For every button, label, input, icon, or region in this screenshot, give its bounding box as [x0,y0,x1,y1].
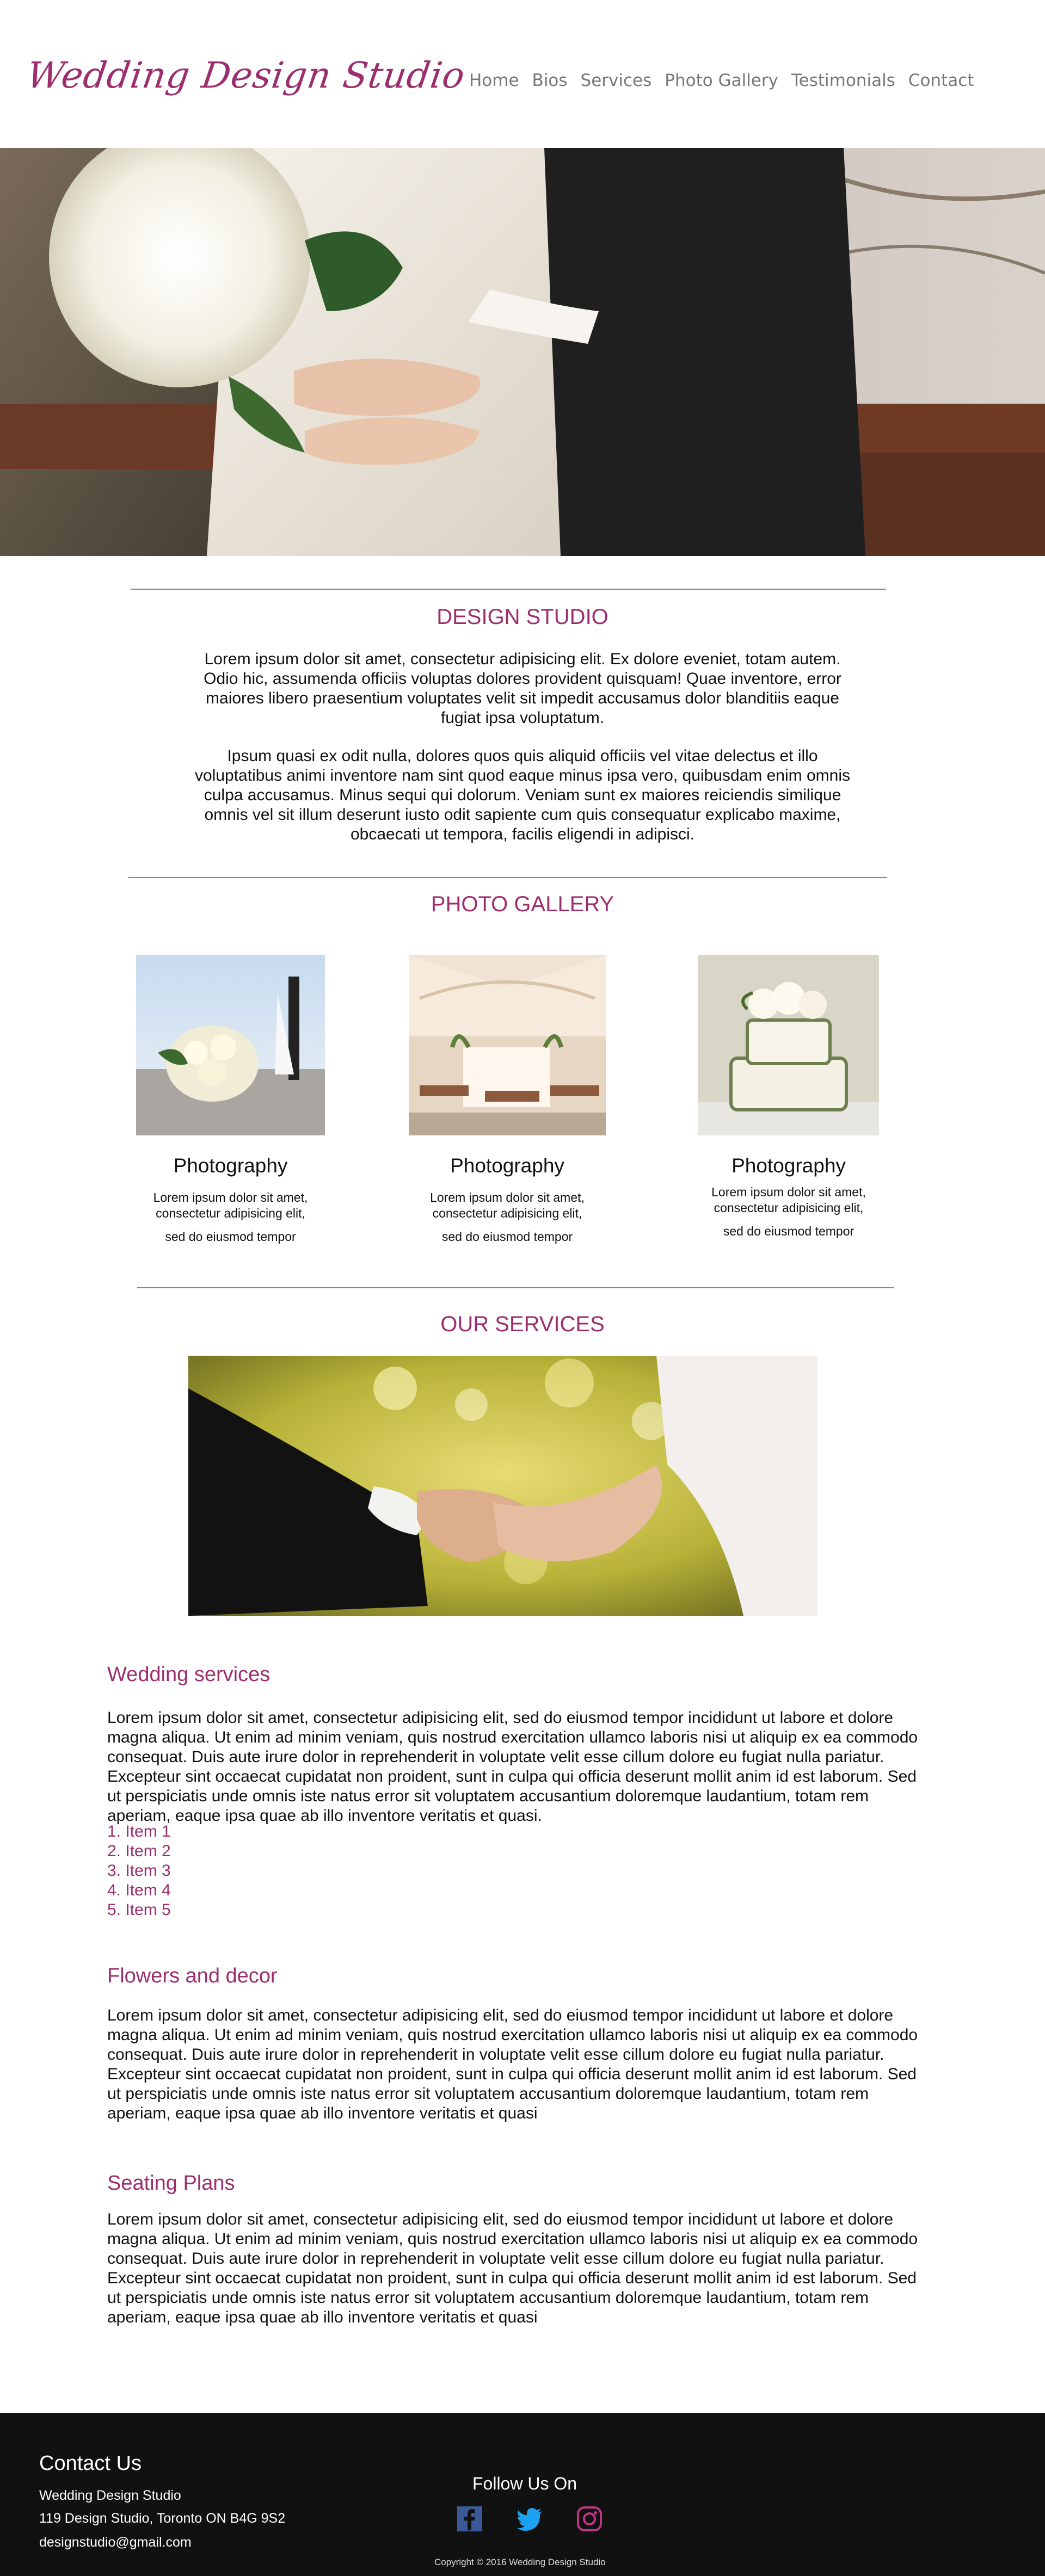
services-image-holding-hands [188,1356,817,1616]
nav-home[interactable]: Home [469,71,519,90]
flowers-heading: Flowers and decor [107,1965,278,1987]
gallery-description-line: sed do eiusmod tempor [723,1224,855,1238]
services-list: 1. Item 1 2. Item 2 3. Item 3 4. Item 4 … [107,1822,171,1920]
nav-services[interactable]: Services [581,71,652,90]
photo-gallery-title: PHOTO GALLERY [431,892,614,916]
nav-bios[interactable]: Bios [532,71,568,90]
studio-email[interactable]: designstudio@gmail.com [39,2535,192,2550]
gallery-description-line: sed do eiusmod tempor [441,1230,573,1244]
gallery-description-line: Lorem ipsum dolor sit amet, [153,1190,308,1204]
list-item: 1. Item 1 [107,1823,171,1840]
list-item: 4. Item 4 [107,1881,171,1899]
list-item: 3. Item 3 [107,1862,171,1880]
facebook-icon[interactable] [456,2505,483,2532]
gallery-caption: Photography [732,1154,846,1177]
instagram-icon[interactable] [576,2505,603,2532]
gallery-image-bouquet[interactable] [136,955,325,1135]
hero-image [0,148,1045,556]
contact-title: Contact Us [39,2452,142,2475]
social-icons [456,2505,603,2532]
site-footer: Contact Us Wedding Design Studio 119 Des… [0,2413,1045,2576]
gallery-description-line: Lorem ipsum dolor sit amet, [711,1185,866,1199]
gallery-description-line: consectetur adipisicing elit, [156,1206,305,1220]
main-nav: Home Bios Services Photo Gallery Testimo… [469,71,987,90]
wedding-services-heading: Wedding services [107,1663,271,1686]
design-studio-title: DESIGN STUDIO [437,605,608,629]
gallery-description-line: consectetur adipisicing elit, [432,1206,582,1220]
gallery-description-line: sed do eiusmod tempor [165,1230,296,1244]
studio-address: 119 Design Studio, Toronto ON B4G 9S2 [39,2511,286,2526]
gallery-description: Lorem ipsum dolor sit amet, consectetur … [403,1190,612,1245]
divider [137,1287,894,1288]
list-item: 2. Item 2 [107,1842,171,1860]
nav-contact[interactable]: Contact [908,71,974,90]
gallery-description-line: Lorem ipsum dolor sit amet, [430,1190,585,1204]
seating-heading: Seating Plans [107,2172,235,2195]
twitter-icon[interactable] [516,2505,543,2532]
wedding-services-text: Lorem ipsum dolor sit amet, consectetur … [107,1709,918,1825]
design-paragraph-1: Lorem ipsum dolor sit amet, consectetur … [204,650,841,727]
page-content: DESIGN STUDIO Lorem ipsum dolor sit amet… [0,556,1045,2413]
site-logo[interactable]: Wedding Design Studio [24,54,468,96]
follow-us-label: Follow Us On [472,2474,577,2493]
divider [128,877,887,878]
gallery-image-cake[interactable] [698,955,879,1135]
gallery-description: Lorem ipsum dolor sit amet, consectetur … [683,1184,894,1239]
gallery-caption: Photography [450,1154,564,1177]
gallery-description: Lorem ipsum dolor sit amet, consectetur … [125,1190,336,1245]
gallery-description-line: consectetur adipisicing elit, [714,1201,864,1215]
gallery-image-reception[interactable] [409,955,606,1135]
gallery-caption: Photography [173,1154,288,1177]
divider [131,589,886,590]
studio-name: Wedding Design Studio [39,2488,181,2503]
our-services-title: OUR SERVICES [440,1312,605,1336]
site-header: Wedding Design Studio Home Bios Services… [0,0,1045,148]
design-paragraph-2: Ipsum quasi ex odit nulla, dolores quos … [195,747,850,843]
copyright-text: Copyright © 2016 Wedding Design Studio [434,2557,606,2567]
flowers-text: Lorem ipsum dolor sit amet, consectetur … [107,2006,918,2122]
seating-text: Lorem ipsum dolor sit amet, consectetur … [107,2210,918,2326]
nav-testimonials[interactable]: Testimonials [791,71,895,90]
nav-photo-gallery[interactable]: Photo Gallery [665,71,778,90]
list-item: 5. Item 5 [107,1901,171,1919]
